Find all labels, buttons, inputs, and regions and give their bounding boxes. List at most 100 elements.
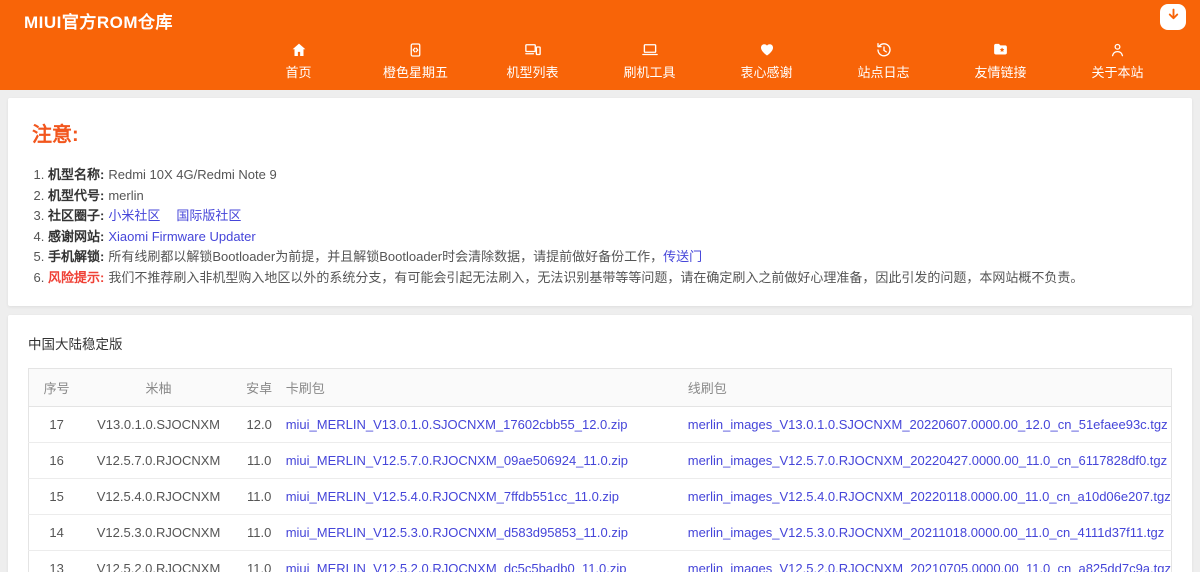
table-cell: 11.0 — [232, 550, 286, 572]
download-button[interactable] — [1160, 4, 1186, 30]
table-cell: 17 — [28, 406, 85, 443]
column-header: 安卓 — [232, 368, 286, 407]
table-cell: V13.0.1.0.SJOCNXM — [84, 406, 233, 443]
notice-item-text: 我们不推荐刷入非机型购入地区以外的系统分支，有可能会引起无法刷入，无法识别基带等… — [108, 269, 1084, 285]
table-cell: miui_MERLIN_V13.0.1.0.SJOCNXM_17602cbb55… — [285, 406, 688, 443]
history-icon — [875, 40, 893, 59]
nav-item-label: 衷心感谢 — [740, 65, 793, 80]
table-cell: V12.5.7.0.RJOCNXM — [84, 442, 233, 479]
nav-item-about[interactable]: 关于本站 — [1059, 40, 1176, 81]
notice-item-text: merlin — [108, 187, 144, 203]
nav-item-label: 机型列表 — [506, 65, 559, 80]
column-header: 卡刷包 — [285, 368, 688, 407]
devices-icon — [523, 40, 543, 59]
fastboot-rom-link[interactable]: merlin_images_V12.5.4.0.RJOCNXM_20220118… — [688, 489, 1171, 504]
notice-link[interactable]: Xiaomi Firmware Updater — [108, 229, 255, 244]
recovery-rom-link[interactable]: miui_MERLIN_V12.5.7.0.RJOCNXM_09ae506924… — [286, 453, 628, 468]
nav-item-label: 首页 — [285, 65, 312, 80]
recovery-rom-link[interactable]: miui_MERLIN_V12.5.3.0.RJOCNXM_d583d95853… — [286, 525, 628, 540]
folder-star-icon — [991, 40, 1010, 59]
notice-item-text: 所有线刷都以解锁Bootloader为前提，并且解锁Bootloader时会清除… — [108, 249, 664, 264]
fastboot-rom-link[interactable]: merlin_images_V12.5.2.0.RJOCNXM_20210705… — [688, 561, 1171, 572]
notice-link[interactable]: 国际版社区 — [176, 208, 241, 223]
table-cell: 11.0 — [232, 478, 286, 515]
notice-item: 机型名称:Redmi 10X 4G/Redmi Note 9 — [48, 165, 1168, 186]
header-row: 序号 米柚 安卓 卡刷包 线刷包 — [28, 368, 1172, 407]
nav-item-orange-friday[interactable]: 橙色星期五 — [357, 40, 474, 81]
table-cell: V12.5.2.0.RJOCNXM — [84, 550, 233, 572]
table-row: 17 V13.0.1.0.SJOCNXM 12.0 miui_MERLIN_V13.0… — [28, 406, 1172, 443]
site-title: MIUI官方ROM仓库 — [24, 13, 174, 32]
notice-item-label: 手机解锁: — [48, 249, 105, 264]
nav-item-home[interactable]: 首页 — [240, 40, 357, 81]
notice-card: 注意: 机型名称:Redmi 10X 4G/Redmi Note 9机型代号:m… — [8, 98, 1192, 306]
table-cell: 11.0 — [232, 514, 286, 551]
table-cell: miui_MERLIN_V12.5.4.0.RJOCNXM_7ffdb551cc… — [285, 478, 688, 515]
table-cell: merlin_images_V13.0.1.0.SJOCNXM_20220607… — [687, 406, 1172, 443]
rom-table-body: 17 V13.0.1.0.SJOCNXM 12.0 miui_MERLIN_V13.0… — [28, 406, 1172, 572]
notice-title: 注意: — [32, 124, 79, 146]
notice-item-label: 感谢网站: — [48, 228, 105, 244]
nav-item-site-log[interactable]: 站点日志 — [825, 40, 942, 81]
person-icon — [1109, 40, 1126, 59]
recovery-rom-link[interactable]: miui_MERLIN_V12.5.2.0.RJOCNXM_dc5c5badb0… — [286, 561, 627, 572]
table-cell: miui_MERLIN_V12.5.2.0.RJOCNXM_dc5c5badb0… — [285, 550, 688, 572]
notice-link[interactable]: 小米社区 — [108, 208, 160, 223]
notice-item-label: 机型代号: — [48, 187, 105, 203]
notice-item-label: 社区圈子: — [48, 208, 105, 223]
nav-item-label: 友情链接 — [974, 65, 1027, 80]
table-cell: miui_MERLIN_V12.5.3.0.RJOCNXM_d583d95853… — [285, 514, 688, 551]
rom-section-title: 中国大陆稳定版 — [28, 337, 123, 352]
notice-item: 机型代号:merlin — [48, 186, 1168, 207]
recovery-rom-link[interactable]: miui_MERLIN_V13.0.1.0.SJOCNXM_17602cbb55… — [286, 417, 628, 432]
fastboot-rom-link[interactable]: merlin_images_V12.5.3.0.RJOCNXM_20211018… — [688, 525, 1165, 540]
nav-item-thanks[interactable]: 衷心感谢 — [708, 40, 825, 81]
table-cell: miui_MERLIN_V12.5.7.0.RJOCNXM_09ae506924… — [285, 442, 688, 479]
notice-item-text: Redmi 10X 4G/Redmi Note 9 — [108, 167, 277, 182]
table-cell: V12.5.4.0.RJOCNXM — [84, 478, 233, 515]
fastboot-rom-link[interactable]: merlin_images_V13.0.1.0.SJOCNXM_20220607… — [688, 417, 1168, 432]
table-row: 15 V12.5.4.0.RJOCNXM 11.0 miui_MERLIN_V12.5… — [28, 478, 1172, 515]
notice-link[interactable]: 传送门 — [663, 249, 702, 264]
nav-item-label: 刷机工具 — [623, 65, 676, 80]
table-cell: 13 — [28, 550, 85, 572]
nav-item-flash-tools[interactable]: 刷机工具 — [591, 40, 708, 81]
rom-table-head: 序号 米柚 安卓 卡刷包 线刷包 — [28, 368, 1172, 407]
laptop-icon — [640, 40, 660, 59]
table-cell: 12.0 — [232, 406, 286, 443]
fastboot-rom-link[interactable]: merlin_images_V12.5.7.0.RJOCNXM_20220427… — [688, 453, 1167, 468]
site-header: MIUI官方ROM仓库 首页 橙色星期五 机型列表 刷机工具 衷心感谢 站点日志 友情链接 关… — [0, 0, 1200, 90]
table-cell: merlin_images_V12.5.3.0.RJOCNXM_20211018… — [687, 514, 1172, 551]
rom-table: 序号 米柚 安卓 卡刷包 线刷包 17 V13.0.1.0.SJOCNXM 12.0 miui… — [28, 368, 1172, 572]
table-cell: merlin_images_V12.5.2.0.RJOCNXM_20210705… — [687, 550, 1172, 572]
notice-item: 手机解锁:所有线刷都以解锁Bootloader为前提，并且解锁Bootloade… — [48, 247, 1168, 268]
nav-item-label: 橙色星期五 — [382, 65, 448, 80]
column-header: 序号 — [28, 368, 85, 407]
orange-friday-icon — [407, 40, 424, 59]
table-cell: merlin_images_V12.5.7.0.RJOCNXM_20220427… — [687, 442, 1172, 479]
notice-item-label: 风险提示: — [48, 269, 105, 285]
table-cell: 16 — [28, 442, 85, 479]
table-cell: merlin_images_V12.5.4.0.RJOCNXM_20220118… — [687, 478, 1172, 515]
download-icon — [1166, 7, 1181, 27]
nav-item-device-list[interactable]: 机型列表 — [474, 40, 591, 81]
table-cell: 15 — [28, 478, 85, 515]
nav-item-label: 站点日志 — [857, 65, 910, 80]
notice-item: 社区圈子:小米社区 国际版社区 — [48, 206, 1168, 227]
table-cell: V12.5.3.0.RJOCNXM — [84, 514, 233, 551]
main-nav: 首页 橙色星期五 机型列表 刷机工具 衷心感谢 站点日志 友情链接 关于本站 — [240, 40, 1176, 81]
table-cell: 11.0 — [232, 442, 286, 479]
table-cell: 14 — [28, 514, 85, 551]
notice-list: 机型名称:Redmi 10X 4G/Redmi Note 9机型代号:merli… — [48, 165, 1168, 288]
notice-item-label: 机型名称: — [48, 167, 105, 182]
table-row: 16 V12.5.7.0.RJOCNXM 11.0 miui_MERLIN_V12.5… — [28, 442, 1172, 479]
recovery-rom-link[interactable]: miui_MERLIN_V12.5.4.0.RJOCNXM_7ffdb551cc… — [286, 489, 619, 504]
notice-item: 感谢网站:Xiaomi Firmware Updater — [48, 227, 1168, 248]
rom-table-card: 中国大陆稳定版 序号 米柚 安卓 卡刷包 线刷包 17 V13.0.1.0.SJOCNXM… — [8, 315, 1192, 572]
table-row: 13 V12.5.2.0.RJOCNXM 11.0 miui_MERLIN_V12.5… — [28, 550, 1172, 572]
home-icon — [290, 40, 308, 59]
notice-item: 风险提示:我们不推荐刷入非机型购入地区以外的系统分支，有可能会引起无法刷入，无法… — [48, 268, 1168, 289]
column-header: 线刷包 — [687, 368, 1172, 407]
table-row: 14 V12.5.3.0.RJOCNXM 11.0 miui_MERLIN_V12.5… — [28, 514, 1172, 551]
nav-item-friend-links[interactable]: 友情链接 — [942, 40, 1059, 81]
